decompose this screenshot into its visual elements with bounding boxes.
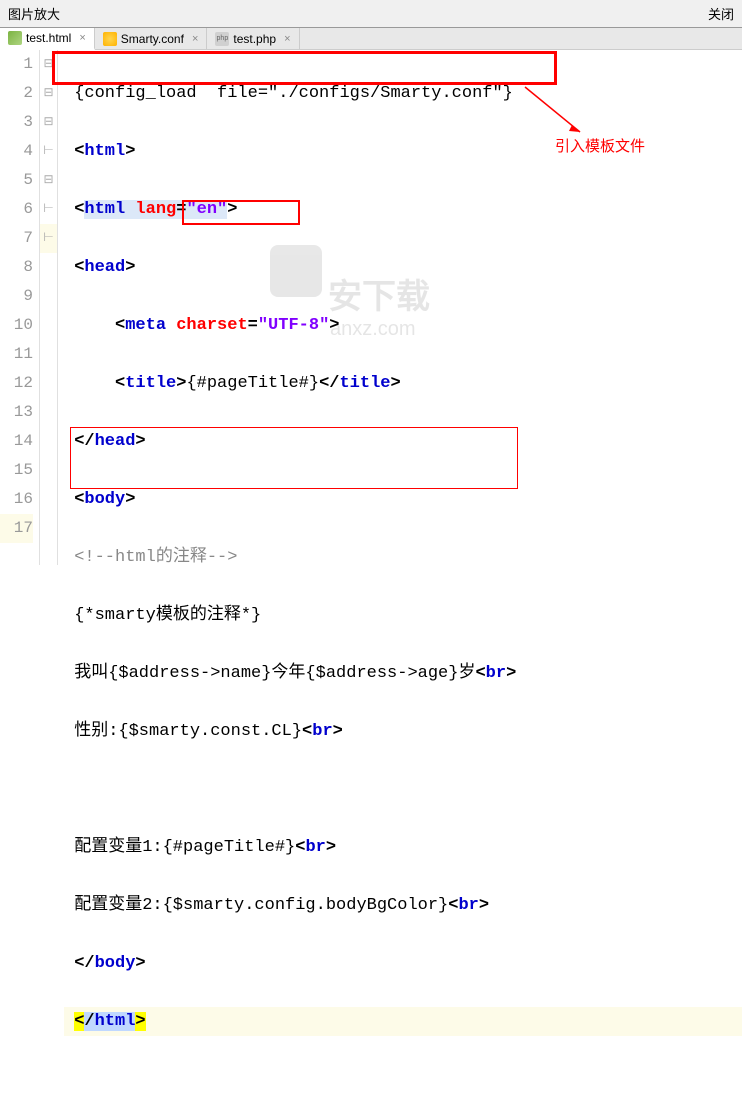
tag: meta [125, 316, 166, 335]
code-line: <head> [64, 253, 742, 282]
code-line: <title>{#pageTitle#}</title> [64, 369, 742, 398]
tab-smarty-conf[interactable]: Smarty.conf × [95, 28, 208, 49]
modal-header: 图片放大 关闭 [0, 0, 742, 28]
tab-test-php[interactable]: php test.php × [207, 28, 299, 49]
code-line: {*smarty模板的注释*} [64, 601, 742, 630]
text: 我叫{$address->name}今年{$address->age}岁 [74, 664, 475, 683]
attr: charset [176, 316, 247, 335]
annotation-text: 引入模板文件 [555, 135, 645, 156]
tag: body [84, 490, 125, 509]
line-number: 9 [0, 282, 33, 311]
line-number: 15 [0, 456, 33, 485]
tag: br [486, 664, 506, 683]
html-icon [8, 31, 22, 45]
fold-gutter: ⊟ ⊟ ⊟ ⊢ ⊟ ⊢ ⊢ [40, 50, 58, 565]
tag: br [305, 838, 325, 857]
fold[interactable]: ⊢ [40, 137, 57, 166]
text: 配置变量2:{$smarty.config.bodyBgColor} [74, 896, 448, 915]
line-number: 12 [0, 369, 33, 398]
fold[interactable]: ⊟ [40, 50, 57, 79]
code-line: 性别:{$smarty.const.CL}<br> [64, 717, 742, 746]
line-number: 13 [0, 398, 33, 427]
tag: br [458, 896, 478, 915]
tag: html [84, 142, 125, 161]
fold[interactable]: ⊢ [40, 224, 57, 253]
line-number: 5 [0, 166, 33, 195]
code-line: {config_load file="./configs/Smarty.conf… [64, 79, 742, 108]
tag: head [95, 432, 136, 451]
html-comment: <!--html的注释--> [74, 548, 237, 567]
tab-test-html[interactable]: test.html × [0, 28, 95, 50]
code-line: <meta charset="UTF-8"> [64, 311, 742, 340]
line-number: 6 [0, 195, 33, 224]
code-area[interactable]: {config_load file="./configs/Smarty.conf… [58, 50, 742, 565]
tag: br [312, 722, 332, 741]
tag: title [125, 374, 176, 393]
tab-label: test.php [233, 32, 276, 46]
smarty-comment: {*smarty模板的注释*} [74, 606, 261, 625]
code-line: </body> [64, 949, 742, 978]
val: "UTF-8" [258, 316, 329, 335]
line-number: 1 [0, 50, 33, 79]
line-number: 10 [0, 311, 33, 340]
smarty-var: {#pageTitle#} [186, 374, 319, 393]
tab-label: Smarty.conf [121, 32, 184, 46]
line-number: 17 [0, 514, 33, 543]
line-number: 2 [0, 79, 33, 108]
line-gutter: 1 2 3 4 5 6 7 8 9 10 11 12 13 14 15 16 1… [0, 50, 40, 565]
close-icon[interactable]: × [79, 32, 85, 44]
conf-icon [103, 32, 117, 46]
code-line: </html> [64, 1007, 742, 1036]
code-line: <!--html的注释--> [64, 543, 742, 572]
tag: head [84, 258, 125, 277]
line-number: 16 [0, 485, 33, 514]
code-line: <body> [64, 485, 742, 514]
tag: title [339, 374, 390, 393]
val: "en" [186, 200, 227, 219]
line-number: 14 [0, 427, 33, 456]
tab-label: test.html [26, 31, 71, 45]
code-line: </head> [64, 427, 742, 456]
text: 性别:{$smarty.const.CL} [74, 722, 302, 741]
line-number: 4 [0, 137, 33, 166]
fold[interactable]: ⊢ [40, 195, 57, 224]
tag: body [95, 954, 136, 973]
fold[interactable]: ⊟ [40, 166, 57, 195]
fold[interactable]: ⊟ [40, 108, 57, 137]
tag: html [95, 1012, 136, 1031]
code-line: <html lang="en"> [64, 195, 742, 224]
code-line: 我叫{$address->name}今年{$address->age}岁<br> [64, 659, 742, 688]
editor-tabs: test.html × Smarty.conf × php test.php × [0, 28, 742, 50]
modal-title: 图片放大 [8, 4, 60, 23]
code-line [64, 775, 742, 804]
close-button[interactable]: 关闭 [708, 4, 734, 23]
fold[interactable]: ⊟ [40, 79, 57, 108]
line-number: 7 [0, 224, 33, 253]
close-icon[interactable]: × [192, 33, 198, 45]
text: 配置变量1:{#pageTitle#} [74, 838, 295, 857]
tag: html [84, 200, 125, 219]
php-icon: php [215, 32, 229, 46]
line-number: 11 [0, 340, 33, 369]
code-line: 配置变量1:{#pageTitle#}<br> [64, 833, 742, 862]
line-number: 8 [0, 253, 33, 282]
smarty-directive: {config_load file="./configs/Smarty.conf… [74, 84, 513, 103]
attr: lang [135, 200, 176, 219]
code-editor[interactable]: 1 2 3 4 5 6 7 8 9 10 11 12 13 14 15 16 1… [0, 50, 742, 565]
code-line: 配置变量2:{$smarty.config.bodyBgColor}<br> [64, 891, 742, 920]
line-number: 3 [0, 108, 33, 137]
close-icon[interactable]: × [284, 33, 290, 45]
